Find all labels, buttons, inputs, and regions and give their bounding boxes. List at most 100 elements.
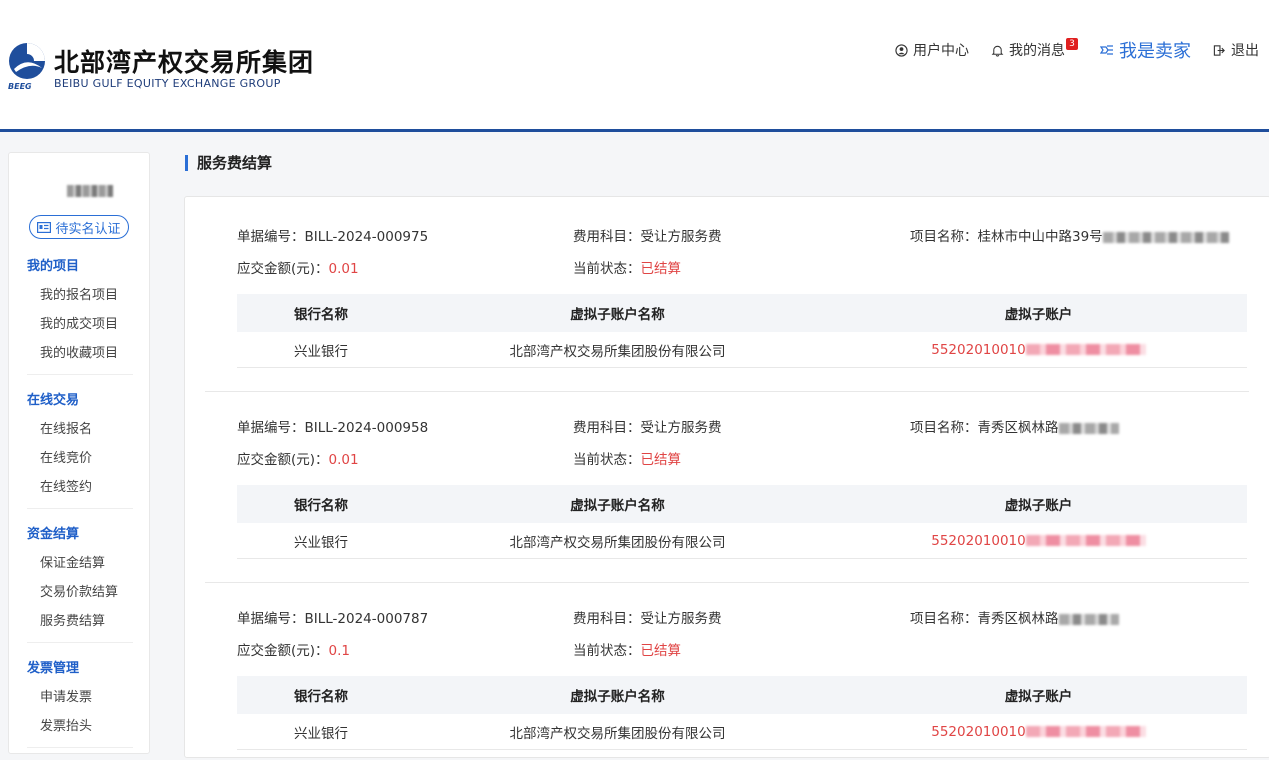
brand-name-en: BEIBU GULF EQUITY EXCHANGE GROUP	[54, 77, 281, 90]
project-name-label: 项目名称：	[910, 611, 978, 627]
fee-item-label: 费用科目：	[573, 229, 641, 245]
status-label: 当前状态：	[573, 261, 641, 277]
table-row: 兴业银行 北部湾产权交易所集团股份有限公司 55202010010	[237, 714, 1247, 750]
sidebar-item-online-signing[interactable]: 在线签约	[27, 473, 133, 502]
logout-label: 退出	[1231, 43, 1259, 59]
column-header-bank: 银行名称	[237, 294, 405, 332]
logout-icon	[1213, 44, 1225, 56]
bill-list: 单据编号：BILL-2024-000975 费用科目：受让方服务费 项目名称：桂…	[184, 196, 1269, 758]
menu-group-title[interactable]: 资金结算	[27, 521, 133, 549]
column-header-account-name: 虚拟子账户名称	[405, 485, 830, 523]
amount-value: 0.01	[328, 261, 359, 277]
bill-number-label: 单据编号：	[237, 229, 305, 245]
id-card-icon	[37, 221, 52, 233]
table-row: 兴业银行 北部湾产权交易所集团股份有限公司 55202010010	[237, 523, 1247, 559]
account-number: 55202010010	[830, 523, 1247, 559]
menu-group-online-trading: 在线交易 在线报名 在线竞价 在线签约	[27, 387, 133, 509]
sidebar-item-online-bidding[interactable]: 在线竞价	[27, 444, 133, 473]
bank-name: 兴业银行	[237, 523, 405, 559]
sidebar-item-online-registration[interactable]: 在线报名	[27, 415, 133, 444]
seller-icon	[1100, 45, 1113, 55]
sidebar-item-invoice-header[interactable]: 发票抬头	[27, 712, 133, 741]
fee-item: 费用科目：受让方服务费	[573, 607, 722, 627]
table-header-row: 银行名称 虚拟子账户名称 虚拟子账户	[237, 676, 1247, 714]
sidebar-item-favorite-projects[interactable]: 我的收藏项目	[27, 339, 133, 368]
table-header-row: 银行名称 虚拟子账户名称 虚拟子账户	[237, 294, 1247, 332]
account-name: 北部湾产权交易所集团股份有限公司	[405, 523, 830, 559]
sidebar-item-registered-projects[interactable]: 我的报名项目	[27, 281, 133, 310]
project-name-value: 青秀区枫林路	[977, 611, 1059, 627]
account-name: 北部湾产权交易所集团股份有限公司	[405, 714, 830, 750]
beeg-logo-icon	[9, 43, 45, 79]
project-name-redacted	[1102, 231, 1229, 243]
sidebar-item-closed-projects[interactable]: 我的成交项目	[27, 310, 133, 339]
amount-value: 0.1	[328, 643, 351, 659]
messages-link[interactable]: 我的消息 3	[991, 38, 1078, 60]
menu-group-settlement: 资金结算 保证金结算 交易价款结算 服务费结算	[27, 521, 133, 643]
account-number-redacted	[1025, 344, 1146, 355]
bill-number-value: BILL-2024-000958	[304, 420, 429, 436]
divider	[205, 582, 1249, 583]
message-count-badge: 3	[1066, 38, 1078, 50]
user-name-redacted	[67, 185, 113, 197]
project-name: 项目名称：桂林市中山中路39号	[910, 225, 1229, 245]
sidebar-item-service-fee-settlement[interactable]: 服务费结算	[27, 607, 133, 636]
table-row: 兴业银行 北部湾产权交易所集团股份有限公司 55202010010	[237, 332, 1247, 368]
project-name-label: 项目名称：	[910, 420, 978, 436]
menu-group-title[interactable]: 在线交易	[27, 387, 133, 415]
amount-due: 应交金额(元)：0.01	[237, 448, 359, 468]
menu-group-my-projects: 我的项目 我的报名项目 我的成交项目 我的收藏项目	[27, 253, 133, 375]
bill-number: 单据编号：BILL-2024-000958	[237, 416, 428, 436]
amount-label: 应交金额(元)：	[237, 643, 329, 659]
sidebar-item-price-settlement[interactable]: 交易价款结算	[27, 578, 133, 607]
verify-identity-button[interactable]: 待实名认证	[29, 215, 129, 239]
column-header-bank: 银行名称	[237, 485, 405, 523]
amount-due: 应交金额(元)：0.01	[237, 257, 359, 277]
fee-item-label: 费用科目：	[573, 611, 641, 627]
divider	[205, 391, 1249, 392]
column-header-account: 虚拟子账户	[830, 676, 1247, 714]
menu-group-invoices: 发票管理 申请发票 发票抬头	[27, 655, 133, 748]
column-header-bank: 银行名称	[237, 676, 405, 714]
project-name: 项目名称：青秀区枫林路	[910, 607, 1119, 627]
account-number-redacted	[1025, 726, 1146, 737]
seller-link[interactable]: 我是卖家	[1100, 37, 1191, 63]
sidebar-item-deposit-settlement[interactable]: 保证金结算	[27, 549, 133, 578]
column-header-account-name: 虚拟子账户名称	[405, 294, 830, 332]
seller-label: 我是卖家	[1119, 41, 1191, 62]
amount-label: 应交金额(元)：	[237, 261, 329, 277]
sidebar-item-apply-invoice[interactable]: 申请发票	[27, 683, 133, 712]
messages-label: 我的消息	[1009, 43, 1065, 59]
top-nav: 用户中心 我的消息 3 我是卖家 退出	[873, 36, 1259, 64]
menu-group-title[interactable]: 我的项目	[27, 253, 133, 281]
account-number: 55202010010	[830, 714, 1247, 750]
menu-group-title[interactable]: 发票管理	[27, 655, 133, 683]
account-table: 银行名称 虚拟子账户名称 虚拟子账户 兴业银行 北部湾产权交易所集团股份有限公司…	[237, 485, 1247, 559]
project-name-value: 青秀区枫林路	[977, 420, 1059, 436]
sidebar-menu: 我的项目 我的报名项目 我的成交项目 我的收藏项目 在线交易 在线报名 在线竞价…	[9, 253, 149, 760]
status-label: 当前状态：	[573, 643, 641, 659]
sidebar: 待实名认证 我的项目 我的报名项目 我的成交项目 我的收藏项目 在线交易 在线报…	[8, 152, 150, 754]
page-title: 服务费结算	[185, 152, 272, 174]
fee-item-value: 受让方服务费	[640, 420, 722, 436]
column-header-account: 虚拟子账户	[830, 294, 1247, 332]
account-table: 银行名称 虚拟子账户名称 虚拟子账户 兴业银行 北部湾产权交易所集团股份有限公司…	[237, 676, 1247, 750]
user-center-link[interactable]: 用户中心	[895, 40, 969, 60]
fee-item-value: 受让方服务费	[640, 611, 722, 627]
status-value: 已结算	[640, 261, 682, 277]
brand-logo[interactable]: 北部湾产权交易所集团 BEIBU GULF EQUITY EXCHANGE GR…	[8, 40, 318, 92]
bill-status: 当前状态：已结算	[573, 448, 681, 468]
brand-name-cn: 北部湾产权交易所集团	[54, 48, 315, 77]
account-number-value: 55202010010	[931, 532, 1026, 549]
account-number-value: 55202010010	[931, 723, 1026, 740]
amount-due: 应交金额(元)：0.1	[237, 639, 350, 659]
project-name-value: 桂林市中山中路39号	[977, 229, 1103, 245]
logout-link[interactable]: 退出	[1213, 40, 1259, 60]
project-name: 项目名称：青秀区枫林路	[910, 416, 1119, 436]
user-center-label: 用户中心	[913, 43, 969, 59]
account-number-value: 55202010010	[931, 341, 1026, 358]
column-header-account: 虚拟子账户	[830, 485, 1247, 523]
bill-number: 单据编号：BILL-2024-000975	[237, 225, 428, 245]
bank-name: 兴业银行	[237, 332, 405, 368]
status-label: 当前状态：	[573, 452, 641, 468]
